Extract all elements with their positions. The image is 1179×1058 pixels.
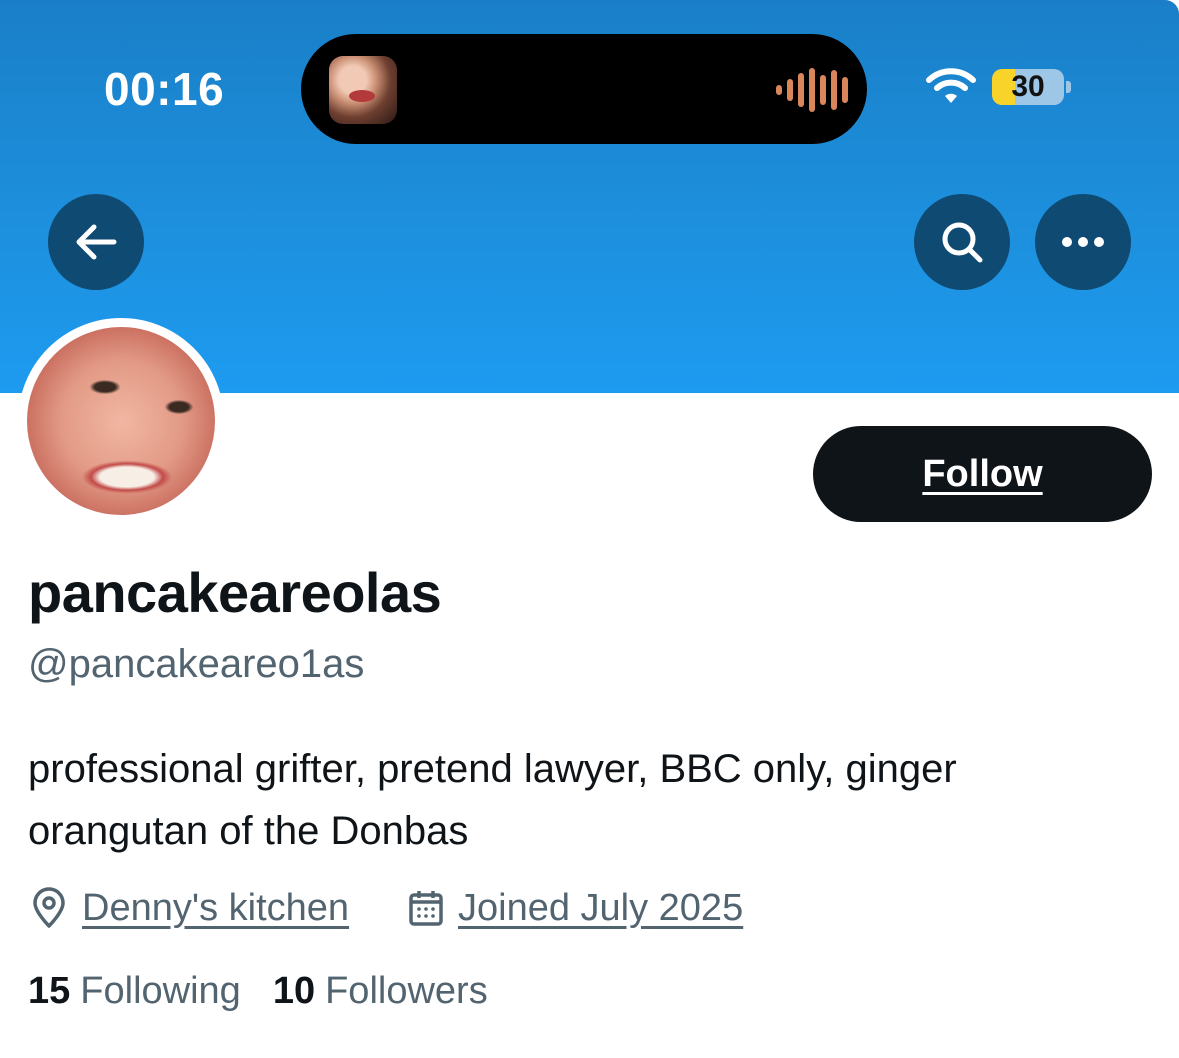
- location-text[interactable]: Denny's kitchen: [82, 887, 349, 930]
- now-playing-artwork: [329, 56, 397, 124]
- following-link[interactable]: 15 Following: [28, 970, 241, 1013]
- profile-joined[interactable]: Joined July 2025: [408, 884, 743, 932]
- display-name: pancakeareolas: [28, 561, 442, 624]
- battery-level: 30: [1011, 70, 1045, 103]
- followers-count: 10: [272, 970, 316, 1012]
- profile-bio: professional grifter, pretend lawyer, BB…: [28, 747, 957, 853]
- avatar[interactable]: [18, 318, 224, 524]
- profile-location[interactable]: Denny's kitchen: [30, 884, 349, 932]
- back-button[interactable]: [48, 194, 144, 290]
- following-count: 15: [28, 970, 71, 1012]
- battery-tip: [1066, 81, 1071, 93]
- location-pin-icon: [33, 887, 65, 928]
- follow-button[interactable]: Follow: [813, 426, 1152, 522]
- more-options-button[interactable]: [1035, 194, 1131, 290]
- user-handle: @pancakeareo1as: [28, 642, 365, 686]
- calendar-icon: [409, 891, 443, 926]
- followers-label: Followers: [325, 970, 488, 1012]
- following-label: Following: [80, 970, 241, 1012]
- followers-link[interactable]: 10 Followers: [273, 970, 488, 1013]
- more-horizontal-icon: [1062, 237, 1104, 247]
- dynamic-island[interactable]: [301, 34, 867, 144]
- follow-stats: 15 Following 10 Followers: [28, 970, 488, 1013]
- status-clock: 00:16: [104, 63, 225, 115]
- joined-text[interactable]: Joined July 2025: [458, 887, 743, 930]
- search-button[interactable]: [914, 194, 1010, 290]
- wifi-icon: [926, 68, 976, 103]
- arrow-left-icon: [76, 224, 117, 260]
- audio-waveform-icon: [776, 68, 848, 112]
- search-icon: [942, 222, 983, 263]
